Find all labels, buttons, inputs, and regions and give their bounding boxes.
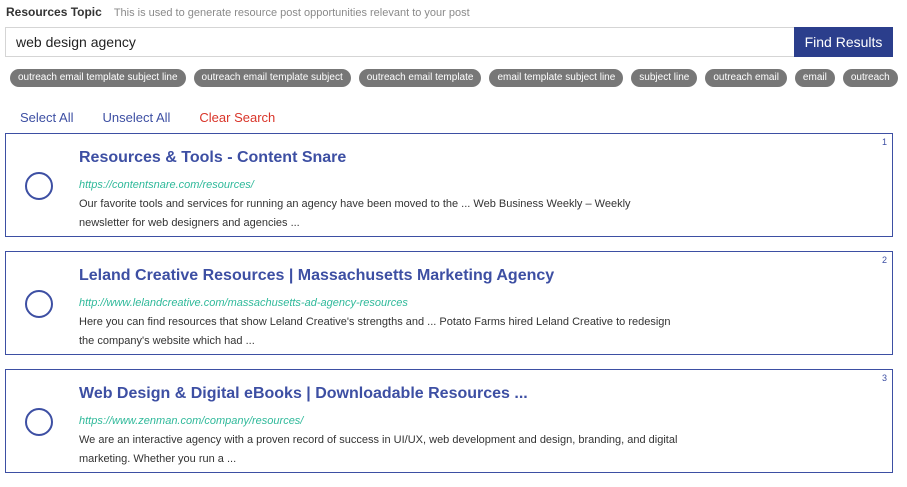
resources-topic-header: Resources Topic This is used to generate… bbox=[6, 5, 470, 19]
result-title-link[interactable]: Leland Creative Resources | Massachusett… bbox=[79, 267, 554, 285]
result-description: Our favorite tools and services for runn… bbox=[79, 198, 631, 229]
result-url-link[interactable]: https://contentsnare.com/resources/ bbox=[79, 179, 254, 191]
result-number: 2 bbox=[881, 255, 887, 265]
unselect-all-link[interactable]: Unselect All bbox=[102, 110, 170, 125]
topic-help-text: This is used to generate resource post o… bbox=[113, 7, 470, 19]
select-radio[interactable] bbox=[25, 408, 53, 436]
result-description: Here you can find resources that show Le… bbox=[79, 316, 671, 347]
result-card: 3 Web Design & Digital eBooks | Download… bbox=[5, 369, 893, 473]
find-results-button[interactable]: Find Results bbox=[794, 27, 893, 57]
keyword-chips: outreach email template subject line out… bbox=[10, 69, 898, 87]
keyword-chip[interactable]: email template subject line bbox=[489, 69, 624, 87]
result-url-link[interactable]: https://www.zenman.com/company/resources… bbox=[79, 415, 303, 427]
selection-actions: Select All Unselect All Clear Search bbox=[20, 110, 275, 125]
keyword-chip[interactable]: subject line bbox=[631, 69, 698, 87]
keyword-chip[interactable]: outreach email template subject bbox=[193, 69, 351, 87]
results-list: 1 Resources & Tools - Content Snare http… bbox=[5, 133, 893, 487]
keyword-chip[interactable]: email bbox=[794, 69, 835, 87]
topic-search-input[interactable] bbox=[5, 27, 794, 57]
result-number: 1 bbox=[881, 137, 887, 147]
result-title-link[interactable]: Resources & Tools - Content Snare bbox=[79, 149, 346, 167]
keyword-chip[interactable]: outreach bbox=[842, 69, 898, 87]
topic-label: Resources Topic bbox=[6, 5, 102, 19]
result-card: 2 Leland Creative Resources | Massachuse… bbox=[5, 251, 893, 355]
keyword-chip[interactable]: outreach email bbox=[705, 69, 787, 87]
result-url-link[interactable]: http://www.lelandcreative.com/massachuse… bbox=[79, 297, 408, 309]
select-all-link[interactable]: Select All bbox=[20, 110, 73, 125]
search-bar: Find Results bbox=[5, 27, 893, 57]
result-number: 3 bbox=[881, 373, 887, 383]
clear-search-link[interactable]: Clear Search bbox=[199, 110, 275, 125]
result-title-link[interactable]: Web Design & Digital eBooks | Downloadab… bbox=[79, 385, 528, 403]
select-radio[interactable] bbox=[25, 290, 53, 318]
result-description: We are an interactive agency with a prov… bbox=[79, 434, 678, 465]
keyword-chip[interactable]: outreach email template subject line bbox=[10, 69, 186, 87]
result-card: 1 Resources & Tools - Content Snare http… bbox=[5, 133, 893, 237]
select-radio[interactable] bbox=[25, 172, 53, 200]
keyword-chip[interactable]: outreach email template bbox=[358, 69, 482, 87]
